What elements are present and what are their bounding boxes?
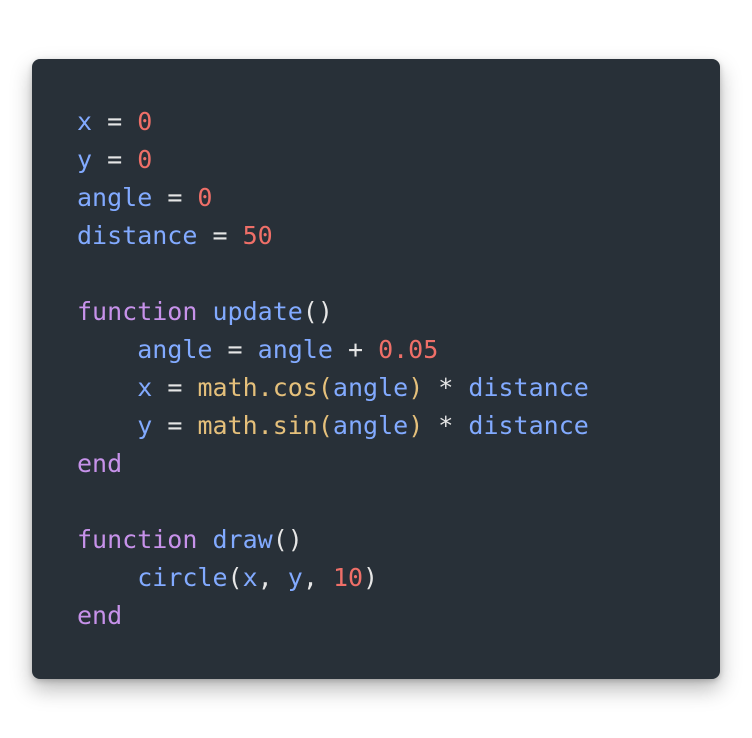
- punctuation-token: (): [272, 525, 303, 554]
- identifier-token: angle: [137, 335, 213, 364]
- operator-token: [77, 563, 137, 592]
- function-name-token: update: [212, 297, 303, 326]
- library-call-token: math.sin: [197, 411, 318, 440]
- operator-token: =: [197, 221, 243, 250]
- keyword-token: function: [77, 297, 198, 326]
- keyword-token: end: [77, 601, 123, 630]
- paren-token: ): [408, 411, 424, 440]
- identifier-token: x: [77, 107, 93, 136]
- paren-token: (: [317, 411, 333, 440]
- code-line: circle(x, y, 10): [77, 559, 589, 597]
- code-line: angle = angle + 0.05: [77, 331, 589, 369]
- identifier-token: distance: [77, 221, 198, 250]
- function-name-token: draw: [212, 525, 273, 554]
- number-literal-token: 0: [137, 107, 153, 136]
- operator-token: [197, 297, 212, 326]
- number-literal-token: 50: [242, 221, 273, 250]
- identifier-token: angle: [257, 335, 333, 364]
- number-literal-token: 0: [137, 145, 153, 174]
- operator-token: [197, 525, 212, 554]
- identifier-token: x: [137, 373, 153, 402]
- operator-token: =: [92, 107, 138, 136]
- identifier-token: y: [77, 145, 93, 174]
- paren-token: ): [408, 373, 424, 402]
- page: x = 0y = 0 angle = 0 distance = 50 function…: [0, 0, 752, 738]
- operator-token: ,: [302, 563, 333, 592]
- code-line: y = 0: [77, 141, 589, 179]
- identifier-token: angle: [332, 411, 409, 440]
- identifier-token: distance: [468, 411, 589, 440]
- keyword-token: end: [77, 449, 123, 478]
- code-line: y = math.sin(angle) * distance: [77, 407, 589, 445]
- code-line: distance = 50: [77, 217, 589, 255]
- operator-token: +: [332, 335, 379, 364]
- operator-token: *: [423, 373, 469, 402]
- operator-token: *: [423, 411, 469, 440]
- operator-token: [77, 373, 137, 402]
- code-block: x = 0y = 0 angle = 0 distance = 50 function…: [32, 59, 720, 679]
- punctuation-token: (): [302, 297, 333, 326]
- number-literal-token: 10: [332, 563, 364, 592]
- function-name-token: circle: [137, 563, 228, 592]
- identifier-token: y: [287, 563, 303, 592]
- operator-token: =: [152, 183, 198, 212]
- operator-token: [77, 335, 137, 364]
- operator-token: =: [92, 145, 138, 174]
- punctuation-token: ): [363, 563, 379, 592]
- operator-token: =: [212, 335, 258, 364]
- identifier-token: y: [137, 411, 153, 440]
- operator-token: =: [152, 373, 198, 402]
- operator-token: =: [152, 411, 198, 440]
- operator-token: [77, 411, 137, 440]
- code-body: x = 0y = 0 angle = 0 distance = 50 function…: [77, 103, 589, 635]
- code-line: x = math.cos(angle) * distance: [77, 369, 589, 407]
- keyword-token: function: [77, 525, 198, 554]
- number-literal-token: 0.05: [378, 335, 439, 364]
- paren-token: (: [317, 373, 333, 402]
- operator-token: ,: [257, 563, 288, 592]
- code-line: angle = 0: [77, 179, 589, 217]
- code-line: end: [77, 445, 589, 483]
- identifier-token: angle: [332, 373, 409, 402]
- code-line: end: [77, 597, 589, 635]
- code-line: function draw(): [77, 521, 589, 559]
- identifier-token: angle: [77, 183, 153, 212]
- identifier-token: x: [242, 563, 258, 592]
- punctuation-token: (: [227, 563, 243, 592]
- number-literal-token: 0: [197, 183, 213, 212]
- identifier-token: distance: [468, 373, 589, 402]
- library-call-token: math.cos: [197, 373, 318, 402]
- code-line: function update(): [77, 293, 589, 331]
- code-line: x = 0: [77, 103, 589, 141]
